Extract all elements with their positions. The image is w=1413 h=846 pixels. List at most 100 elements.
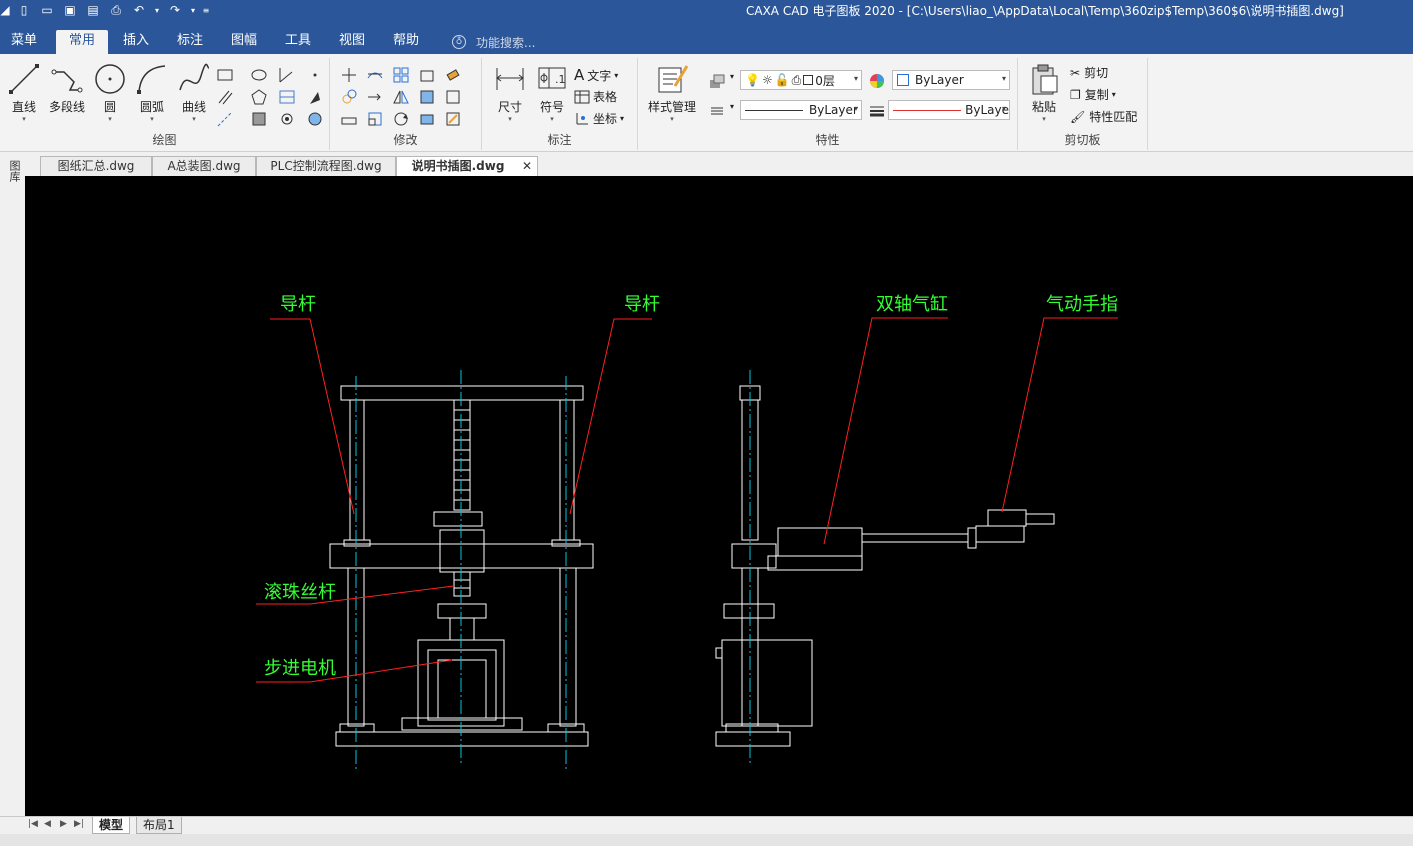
color-swatch-icon (803, 75, 814, 85)
explode-icon[interactable] (418, 110, 436, 128)
tab-sheet[interactable]: 图幅 (222, 30, 266, 54)
chevron-down-icon[interactable]: ▾ (730, 102, 734, 111)
doc-tab-drawing-summary[interactable]: 图纸汇总.dwg (40, 156, 152, 176)
first-layout-icon[interactable]: |◀ (28, 819, 38, 829)
chevron-down-icon: ▾ (22, 115, 26, 123)
polyline-button[interactable]: 多段线 (46, 62, 88, 128)
doc-tab-manual-illustration[interactable]: 说明书插图.dwg ✕ (396, 156, 538, 177)
save-as-icon[interactable]: ▤ (84, 2, 102, 18)
side-panel: 图库 (0, 160, 25, 820)
mirror-icon[interactable] (392, 88, 410, 106)
hatch-icon[interactable] (278, 88, 296, 106)
rectangle-icon[interactable] (216, 66, 234, 84)
cut-button[interactable]: ✂ 剪切 (1070, 64, 1108, 81)
tab-tools[interactable]: 工具 (276, 30, 320, 54)
polygon-icon[interactable] (250, 88, 268, 106)
dimension-button[interactable]: 尺寸 ▾ (490, 62, 530, 128)
last-layout-icon[interactable]: ▶| (74, 819, 84, 829)
print-icon[interactable]: ⎙ (107, 2, 125, 18)
redo-icon[interactable]: ↷ (166, 2, 184, 18)
array-icon[interactable] (392, 66, 410, 84)
style-manager-label: 样式管理 (647, 100, 696, 114)
eraser-icon[interactable] (444, 66, 462, 84)
copy-button[interactable]: ❐ 复制 ▾ (1070, 86, 1116, 103)
doc-tab-assembly[interactable]: A总装图.dwg (152, 156, 256, 176)
tab-annotate[interactable]: 标注 (168, 30, 212, 54)
paste-button[interactable]: 粘贴 ▾ (1024, 62, 1064, 128)
group-annotate-label: 标注 (547, 133, 572, 147)
chevron-down-icon[interactable]: ▾ (730, 72, 734, 81)
stretch-icon[interactable] (340, 110, 358, 128)
angle-line-icon[interactable] (278, 66, 296, 84)
prev-layout-icon[interactable]: ◀ (44, 819, 51, 829)
extend-icon[interactable] (366, 88, 384, 106)
save-icon[interactable]: ▣ (61, 2, 79, 18)
circle-button[interactable]: 圆 ▾ (90, 62, 130, 128)
table-icon (574, 90, 590, 103)
pointer-arrow-icon[interactable] (306, 88, 324, 106)
leader-lines (256, 317, 1118, 683)
group-modify-label: 修改 (393, 133, 418, 147)
tab-insert[interactable]: 插入 (114, 30, 158, 54)
parallel-line-icon[interactable] (216, 88, 234, 106)
line-button[interactable]: 直线 ▾ (4, 62, 44, 128)
copy-object-icon[interactable] (340, 88, 358, 106)
chamfer-icon[interactable] (444, 88, 462, 106)
style-manager-button[interactable]: 样式管理 ▾ (642, 62, 702, 128)
gripper-body (975, 525, 1025, 543)
new-file-icon[interactable]: ▯ (15, 2, 33, 18)
lightbulb-icon: 💡 (745, 73, 760, 87)
match-properties-button[interactable]: 🖌 特性匹配 (1070, 108, 1137, 125)
side-foot (725, 723, 779, 733)
centerline-icon[interactable] (216, 110, 234, 128)
tab-menu[interactable]: 菜单 (4, 30, 44, 54)
tab-help[interactable]: 帮助 (384, 30, 428, 54)
linetype-list-icon[interactable] (708, 102, 726, 120)
block-icon[interactable] (250, 110, 268, 128)
layer-states-icon[interactable] (708, 72, 726, 90)
ellipse-icon[interactable] (250, 66, 268, 84)
text-button[interactable]: A 文字 ▾ (574, 66, 618, 84)
edit-block-icon[interactable] (444, 110, 462, 128)
label-ball-screw: 滚珠丝杆 (264, 582, 336, 603)
drawing-canvas[interactable]: 导杆 导杆 双轴气缸 气动手指 滚珠丝杆 步进电机 (25, 176, 1413, 816)
app-logo-icon[interactable]: ◢ (0, 2, 10, 18)
arc-button[interactable]: 圆弧 ▾ (132, 62, 172, 128)
lineweight-dropdown[interactable]: ByLaye ▾ (888, 100, 1010, 120)
table-button[interactable]: 表格 (574, 88, 617, 105)
next-layout-icon[interactable]: ▶ (60, 819, 67, 829)
chevron-down-icon: ▾ (1042, 115, 1046, 123)
lineweight-icon[interactable] (868, 102, 886, 120)
function-search[interactable]: ♁ 功能搜索... (452, 30, 535, 54)
scale-icon[interactable] (366, 110, 384, 128)
coupling-lower (449, 617, 475, 641)
tab-view[interactable]: 视图 (330, 30, 374, 54)
layout-tab-layout1[interactable]: 布局1 (136, 817, 182, 834)
layer-dropdown[interactable]: 💡 ☼ 🔓 ⎙ 0层 ▾ (740, 70, 862, 90)
layout-tab-model[interactable]: 模型 (92, 817, 131, 834)
fillet-icon[interactable] (418, 88, 436, 106)
color-dropdown[interactable]: ByLayer ▾ (892, 70, 1010, 90)
undo-dropdown-icon[interactable]: ▾ (153, 2, 161, 18)
gear-icon[interactable] (278, 110, 296, 128)
outline-geometry (329, 385, 1055, 747)
rotate-icon[interactable] (392, 110, 410, 128)
color-wheel-icon[interactable] (868, 72, 886, 90)
curve-button[interactable]: 曲线 ▾ (174, 62, 214, 128)
symbol-button[interactable]: .1 符号 ▾ (532, 62, 572, 128)
coordinate-button[interactable]: 坐标 ▾ (574, 110, 624, 127)
open-file-icon[interactable]: ▭ (38, 2, 56, 18)
doc-tab-plc-flowchart[interactable]: PLC控制流程图.dwg (256, 156, 396, 176)
customize-toolbar-icon[interactable]: ≡ (202, 2, 210, 18)
region-icon[interactable] (306, 110, 324, 128)
offset-icon[interactable] (418, 66, 436, 84)
point-icon[interactable] (306, 66, 324, 84)
close-icon[interactable]: ✕ (522, 157, 532, 176)
linetype-dropdown[interactable]: ByLayer ▾ (740, 100, 862, 120)
redo-dropdown-icon[interactable]: ▾ (189, 2, 197, 18)
library-panel-toggle[interactable]: 图库 (6, 160, 21, 182)
tab-common[interactable]: 常用 (56, 30, 108, 54)
move-icon[interactable] (340, 66, 358, 84)
undo-icon[interactable]: ↶ (130, 2, 148, 18)
trim-icon[interactable] (366, 66, 384, 84)
